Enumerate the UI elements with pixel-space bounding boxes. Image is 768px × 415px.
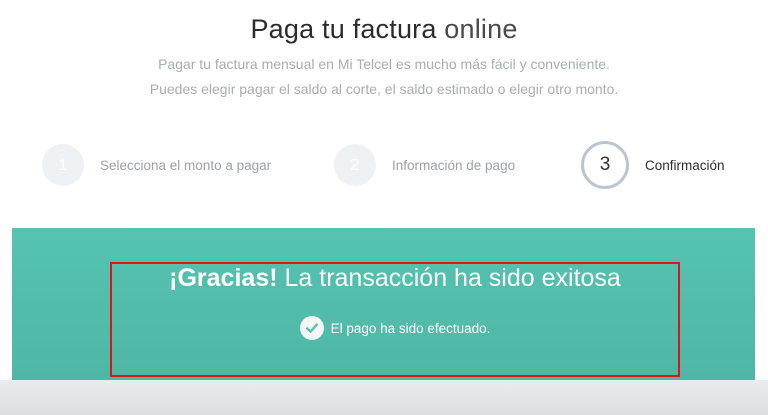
step-label-3: Confirmación [645,157,725,173]
step-number-1: 1 [42,144,84,186]
step-number-2: 2 [334,144,376,186]
highlight-annotation-box [110,262,680,377]
footer-strip [0,380,768,415]
step-number-3: 3 [581,141,629,189]
page-subtitle-line2: Puedes elegir pagar el saldo al corte, e… [149,81,619,97]
step-select-amount: 1 Selecciona el monto a pagar [42,140,271,190]
page-subtitle-line1: Pagar tu factura mensual en Mi Telcel es… [158,56,610,72]
step-confirmation: 3 Confirmación [581,140,725,190]
payment-confirmation-page: Paga tu factura online Pagar tu factura … [0,0,768,415]
step-label-2: Información de pago [392,157,516,173]
page-title-light: online [444,14,518,44]
step-payment-info: 2 Información de pago [334,140,515,190]
progress-steps: 1 Selecciona el monto a pagar 2 Informac… [0,140,768,190]
page-title-bold: Paga tu factura [250,14,437,44]
page-title: Paga tu factura online [0,14,768,45]
step-label-1: Selecciona el monto a pagar [100,157,272,173]
